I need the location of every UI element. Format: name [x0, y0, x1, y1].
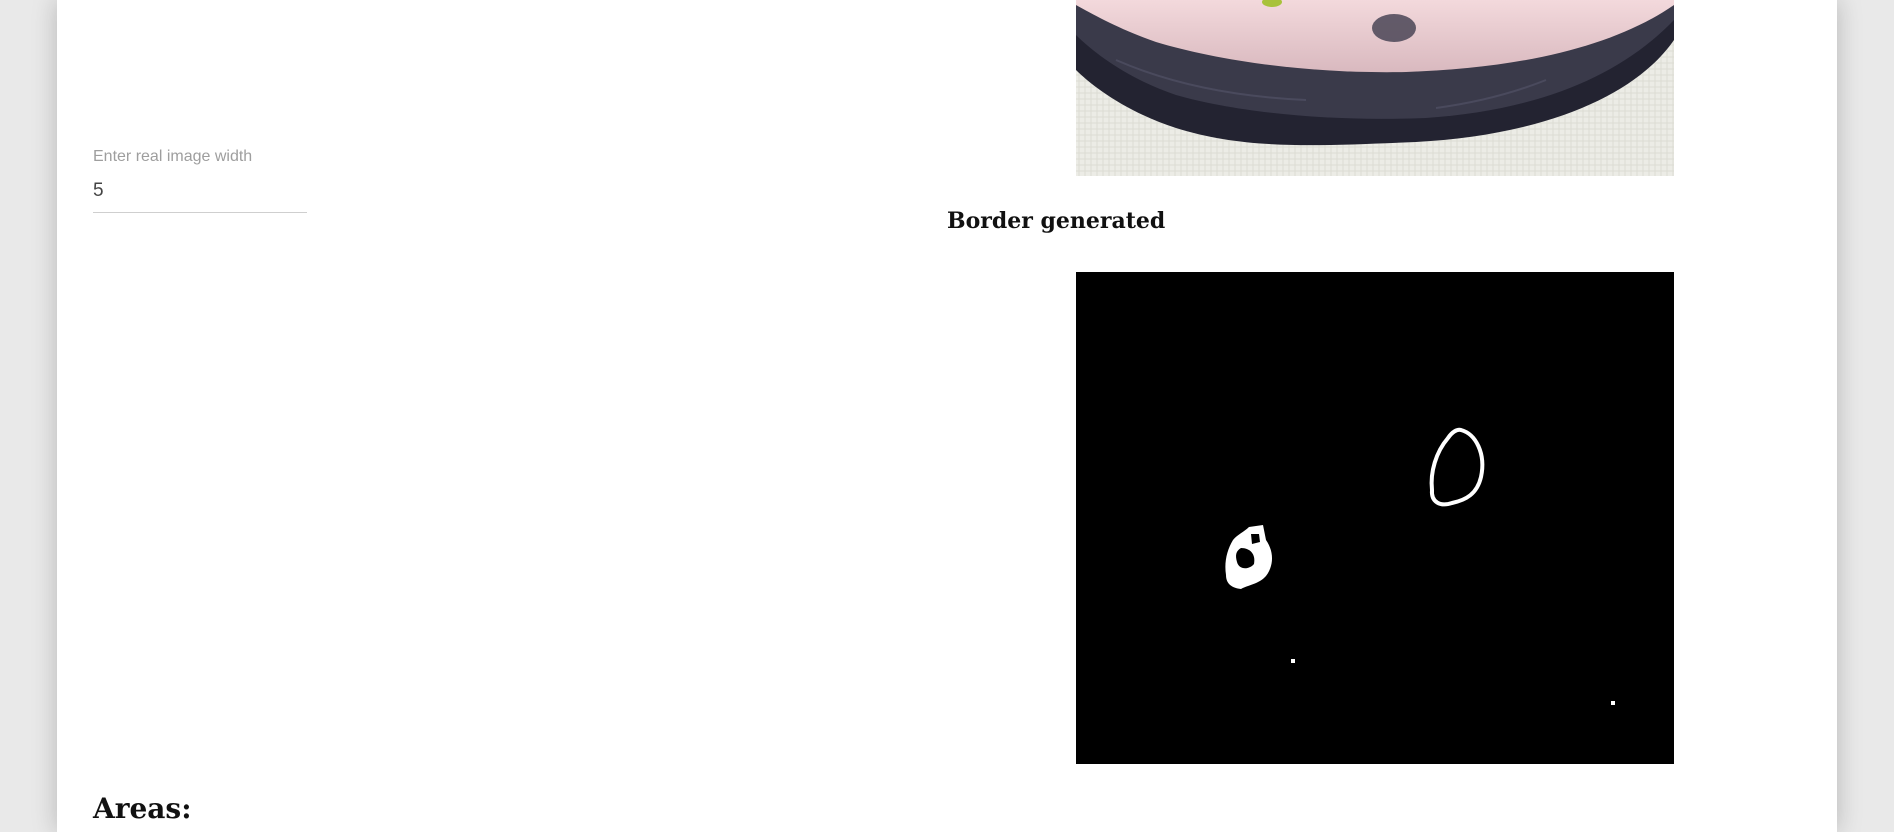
border-mask-image [1076, 272, 1674, 764]
image-width-label: Enter real image width [93, 148, 253, 165]
noise-dot-2 [1611, 701, 1615, 705]
source-image [1076, 0, 1674, 176]
source-image-graphic [1076, 0, 1674, 176]
areas-heading: Areas: [93, 792, 192, 825]
noise-dot-1 [1291, 659, 1295, 663]
border-mask-graphic [1076, 272, 1674, 764]
border-generated-heading: Border generated [947, 208, 1166, 234]
page-container: Enter real image width Border generated … [57, 0, 1837, 832]
image-width-input[interactable] [93, 180, 307, 213]
image-width-field: Enter real image width [93, 148, 307, 213]
